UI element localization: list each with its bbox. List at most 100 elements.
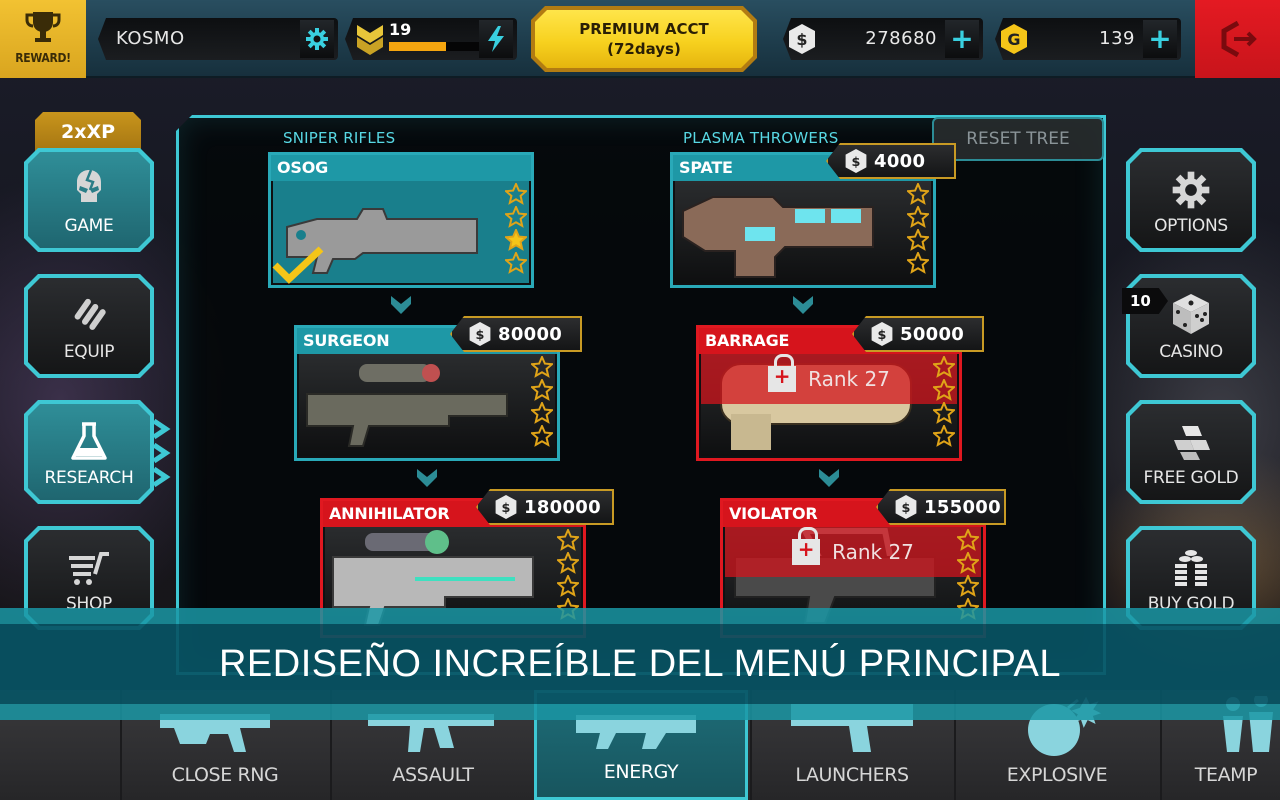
nav-game-button[interactable]: GAME [24, 148, 154, 252]
cash-coin-icon: $ [845, 149, 867, 173]
plasma-gun-icon [682, 196, 874, 278]
plus-icon: + [1148, 22, 1172, 55]
lightning-icon [488, 26, 504, 52]
cart-icon [67, 548, 111, 588]
price-amount: 155000 [924, 496, 1001, 518]
star-empty-icon [933, 402, 955, 424]
tab-label: TEAMP [1194, 764, 1258, 786]
star-rating [933, 356, 955, 447]
tab-label: EXPLOSIVE [1006, 764, 1108, 786]
logout-button[interactable] [1195, 0, 1280, 78]
add-cash-button[interactable]: + [945, 20, 979, 58]
rifle-icon [306, 364, 508, 447]
profile-settings-button[interactable] [300, 20, 334, 58]
gold-coins-icon [1171, 548, 1211, 588]
gold-bars-icon [1168, 422, 1214, 462]
star-empty-icon [531, 379, 553, 401]
premium-days: (72days) [607, 40, 681, 58]
cash-amount: 278680 [865, 28, 937, 49]
tab-label: ENERGY [603, 761, 679, 783]
star-empty-icon [505, 252, 527, 274]
rank-lock-banner: Rank 27 [725, 527, 981, 577]
double-xp-badge: 2xXP [35, 112, 141, 152]
star-empty-icon [907, 206, 929, 228]
level-number: 19 [389, 20, 412, 39]
price-amount: 80000 [498, 323, 563, 345]
tree-arrow-down-icon [391, 296, 411, 314]
boost-button[interactable] [479, 20, 513, 58]
nav-options-button[interactable]: OPTIONS [1126, 148, 1256, 252]
premium-title: PREMIUM ACCT [579, 20, 709, 38]
add-gold-button[interactable]: + [1143, 20, 1177, 58]
rank-requirement: Rank 27 [808, 367, 890, 391]
tab-label: ASSAULT [392, 764, 474, 786]
rank-chevron-icon [357, 25, 383, 55]
weapon-image-spate [675, 181, 931, 283]
price-tag-barrage: $ 50000 [852, 316, 984, 352]
svg-text:$: $ [902, 501, 911, 516]
svg-text:$: $ [476, 328, 485, 343]
xp-bar [389, 42, 481, 51]
nav-equip-label: EQUIP [63, 342, 115, 362]
star-empty-icon [907, 229, 929, 251]
star-rating [907, 183, 929, 274]
flask-icon [70, 422, 108, 462]
tree-arrow-down-icon [793, 296, 813, 314]
star-empty-icon [957, 529, 979, 551]
tab-label: CLOSE RNG [171, 764, 279, 786]
nav-research-label: RESEARCH [44, 468, 134, 488]
star-empty-icon [933, 379, 955, 401]
dice-icon [1169, 292, 1213, 336]
star-empty-icon [531, 356, 553, 378]
star-empty-icon [907, 183, 929, 205]
svg-text:$: $ [878, 328, 887, 343]
star-empty-icon [957, 575, 979, 597]
tab-label: LAUNCHERS [795, 764, 909, 786]
cash-coin-icon: $ [495, 495, 517, 519]
price-amount: 4000 [874, 150, 926, 172]
price-tag-spate: $ 4000 [826, 143, 956, 179]
top-bar: REWARD! KOSMO 19 PREMIUM ACCT (72days) $… [0, 0, 1280, 78]
star-empty-icon [933, 356, 955, 378]
svg-text:$: $ [852, 155, 861, 170]
gold-coin-icon: G [1001, 24, 1027, 54]
equipped-checkmark-icon [272, 246, 324, 284]
plus-icon: + [950, 22, 974, 55]
rank-requirement: Rank 27 [832, 540, 914, 564]
price-amount: 180000 [524, 496, 601, 518]
cash-coin-icon: $ [871, 322, 893, 346]
svg-text:$: $ [502, 501, 511, 516]
nav-equip-button[interactable]: EQUIP [24, 274, 154, 378]
bullets-icon [69, 296, 109, 336]
nav-free-gold-label: FREE GOLD [1143, 468, 1239, 488]
level-box: 19 [345, 18, 517, 60]
lock-icon [768, 354, 797, 392]
nav-free-gold-button[interactable]: FREE GOLD [1126, 400, 1256, 504]
star-rating [957, 529, 979, 620]
gear-icon [1171, 170, 1211, 210]
reward-button[interactable]: REWARD! [0, 0, 86, 78]
skull-icon [71, 168, 107, 210]
gear-icon [306, 28, 328, 50]
premium-account-button[interactable]: PREMIUM ACCT (72days) [535, 10, 753, 68]
price-tag-annihilator: $ 180000 [476, 489, 614, 525]
star-filled-icon [505, 229, 527, 251]
star-empty-icon [557, 575, 579, 597]
category-sniper-rifles: SNIPER RIFLES [283, 129, 396, 147]
weapon-image-surgeon [299, 354, 555, 456]
weapon-card-osog[interactable]: OSOG [268, 152, 534, 288]
player-name: KOSMO [116, 28, 185, 49]
caption-strip-top [0, 608, 1280, 624]
star-rating [531, 356, 553, 447]
cash-box: $ 278680 + [783, 18, 983, 60]
star-empty-icon [907, 252, 929, 274]
tree-arrow-down-icon [417, 469, 437, 487]
star-empty-icon [557, 529, 579, 551]
rank-lock-banner: Rank 27 [701, 354, 957, 404]
gold-box: G 139 + [995, 18, 1181, 60]
nav-research-button[interactable]: RESEARCH [24, 400, 154, 504]
category-plasma-throwers: PLASMA THROWERS [683, 129, 839, 147]
reset-tree-button[interactable]: RESET TREE [932, 117, 1104, 161]
price-tag-violator: $ 155000 [876, 489, 1006, 525]
star-empty-icon [933, 425, 955, 447]
